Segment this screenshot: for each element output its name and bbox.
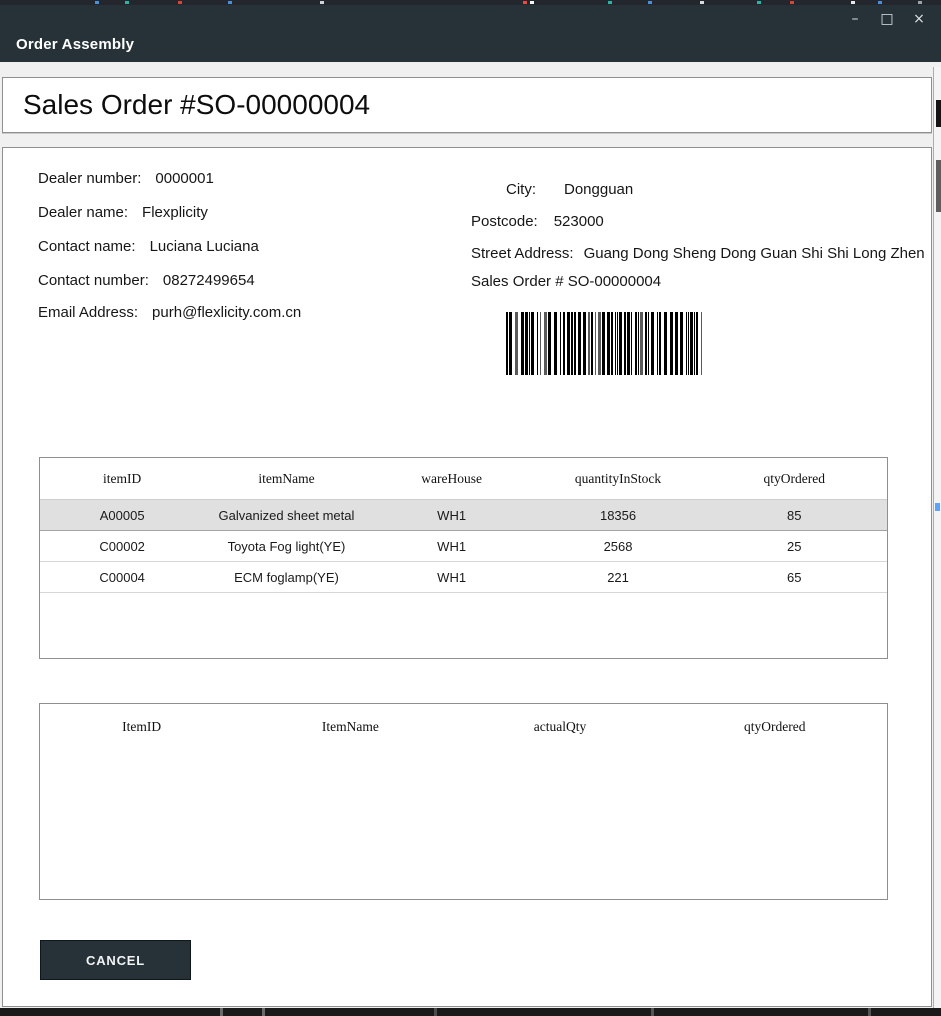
dealer-number-label: Dealer number: [38, 170, 141, 187]
stock-header-quantityinstock[interactable]: quantityInStock [535, 471, 702, 487]
postcode-row: Postcode: 523000 [471, 213, 604, 230]
stock-cell[interactable]: A00005 [40, 508, 204, 523]
street-address-value: Guang Dong Sheng Dong Guan Shi Shi Long … [584, 245, 925, 262]
maximize-button[interactable]: □ [875, 8, 899, 30]
street-address-label: Street Address: [471, 245, 574, 262]
scrollbar-top-segment [936, 100, 941, 127]
stock-cell[interactable]: WH1 [369, 570, 535, 585]
stock-table-row[interactable]: C00004 ECM foglamp(YE) WH1 221 65 [40, 562, 887, 593]
vertical-scrollbar[interactable] [933, 67, 941, 1008]
stock-header-warehouse[interactable]: wareHouse [369, 471, 535, 487]
dealer-name-value: Flexplicity [142, 204, 208, 221]
city-row: City: Dongguan [506, 181, 633, 198]
city-value: Dongguan [564, 181, 633, 198]
background-taskbar-sliver [0, 1008, 941, 1016]
stock-table-row[interactable]: C00002 Toyota Fog light(YE) WH1 2568 25 [40, 531, 887, 562]
stock-cell[interactable]: 18356 [535, 508, 702, 523]
minimize-button[interactable]: – [843, 8, 867, 30]
sales-order-number-text: Sales Order # SO-00000004 [471, 273, 661, 290]
email-address-value: purh@flexlicity.com.cn [152, 304, 301, 321]
assembly-header-itemname[interactable]: ItemName [243, 719, 457, 735]
page-title: Sales Order #SO-00000004 [3, 78, 931, 132]
stock-cell[interactable]: WH1 [369, 508, 535, 523]
stock-header-itemname[interactable]: itemName [204, 471, 368, 487]
barcode-image [506, 312, 708, 375]
assembly-table-header-row: ItemID ItemName actualQty qtyOrdered [40, 704, 887, 750]
stock-table: itemID itemName wareHouse quantityInStoc… [39, 457, 888, 659]
cancel-button[interactable]: CANCEL [40, 940, 191, 980]
dealer-number-row: Dealer number: 0000001 [38, 170, 214, 187]
street-address-row: Street Address: Guang Dong Sheng Dong Gu… [471, 245, 931, 262]
stock-table-row[interactable]: A00005 Galvanized sheet metal WH1 18356 … [40, 500, 887, 531]
stock-cell[interactable]: 2568 [535, 539, 702, 554]
stock-cell[interactable]: WH1 [369, 539, 535, 554]
stock-cell[interactable]: 65 [701, 570, 886, 585]
stock-cell[interactable]: ECM foglamp(YE) [204, 570, 368, 585]
email-address-label: Email Address: [38, 304, 138, 321]
email-address-row: Email Address: purh@flexlicity.com.cn [38, 304, 301, 321]
dealer-number-value: 0000001 [155, 170, 213, 187]
stock-cell[interactable]: 25 [701, 539, 886, 554]
assembly-header-itemid[interactable]: ItemID [40, 719, 243, 735]
postcode-label: Postcode: [471, 213, 538, 230]
stock-cell[interactable]: 221 [535, 570, 702, 585]
stock-cell[interactable]: Galvanized sheet metal [204, 508, 368, 523]
window-titlebar[interactable]: Order Assembly – □ × [0, 5, 941, 62]
contact-number-label: Contact number: [38, 272, 149, 289]
window-title: Order Assembly [16, 36, 134, 53]
postcode-value: 523000 [554, 213, 604, 230]
assembly-table: ItemID ItemName actualQty qtyOrdered [39, 703, 888, 900]
close-button[interactable]: × [907, 8, 931, 30]
assembly-header-qtyordered[interactable]: qtyOrdered [663, 719, 887, 735]
stock-cell[interactable]: C00004 [40, 570, 204, 585]
stock-table-header-row: itemID itemName wareHouse quantityInStoc… [40, 458, 887, 500]
contact-number-value: 08272499654 [163, 272, 255, 289]
page-header: Sales Order #SO-00000004 [2, 77, 932, 133]
scrollbar-marker [935, 503, 940, 511]
city-label: City: [506, 181, 536, 198]
main-panel: Dealer number: 0000001 Dealer name: Flex… [2, 147, 932, 1007]
dealer-name-row: Dealer name: Flexplicity [38, 204, 208, 221]
sales-order-number-line: Sales Order # SO-00000004 [471, 273, 661, 290]
contact-name-label: Contact name: [38, 238, 136, 255]
contact-name-value: Luciana Luciana [150, 238, 259, 255]
stock-header-itemid[interactable]: itemID [40, 471, 204, 487]
stock-cell[interactable]: Toyota Fog light(YE) [204, 539, 368, 554]
contact-number-row: Contact number: 08272499654 [38, 272, 255, 289]
stock-cell[interactable]: 85 [701, 508, 886, 523]
stock-cell[interactable]: C00002 [40, 539, 204, 554]
stock-header-qtyordered[interactable]: qtyOrdered [701, 471, 886, 487]
contact-name-row: Contact name: Luciana Luciana [38, 238, 259, 255]
dealer-name-label: Dealer name: [38, 204, 128, 221]
assembly-header-actualqty[interactable]: actualQty [458, 719, 663, 735]
window-controls: – □ × [843, 8, 931, 30]
scrollbar-thumb[interactable] [936, 160, 941, 212]
